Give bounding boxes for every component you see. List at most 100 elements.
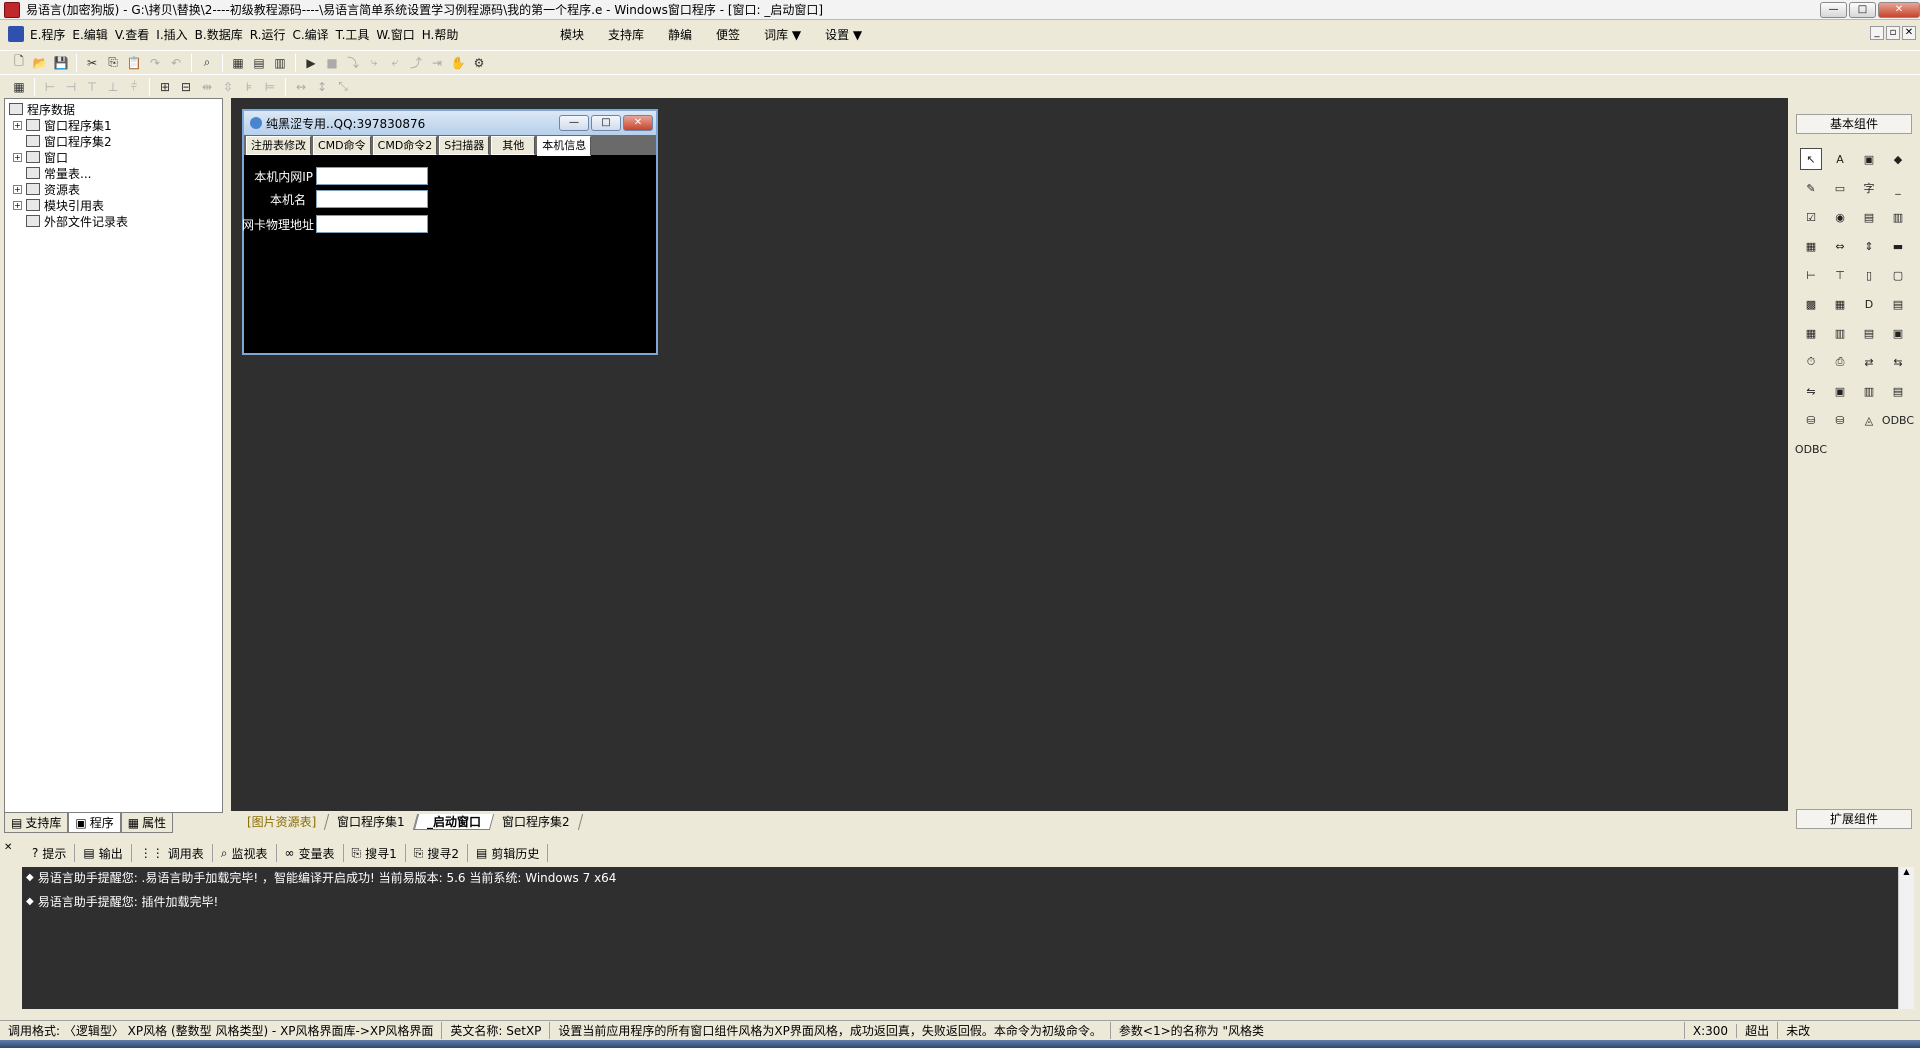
- font-icon[interactable]: ▥: [1829, 322, 1851, 344]
- open-file-icon[interactable]: 📂: [31, 54, 49, 72]
- label-icon[interactable]: A: [1829, 148, 1851, 170]
- tab-search2[interactable]: ⎘ 搜寻2: [406, 844, 469, 862]
- menu-support-lib[interactable]: 支持库: [608, 26, 644, 43]
- tab-clip-history[interactable]: ▤ 剪辑历史: [468, 844, 549, 862]
- new-file-icon[interactable]: 🗋: [10, 54, 28, 72]
- edit-icon[interactable]: ✎: [1800, 177, 1822, 199]
- line-icon[interactable]: _: [1887, 177, 1909, 199]
- menu-window[interactable]: W.窗口: [376, 26, 421, 43]
- step-into-icon[interactable]: ⤷: [365, 54, 383, 72]
- client-icon[interactable]: ⇋: [1800, 380, 1822, 402]
- db2-icon[interactable]: ⛁: [1829, 409, 1851, 431]
- menu-lexicon[interactable]: 词库 ▼: [764, 26, 801, 43]
- scroll-icon[interactable]: ⇔: [1829, 235, 1851, 257]
- mdi-close-button[interactable]: ✕: [1902, 26, 1916, 40]
- grid-icon[interactable]: ▦: [10, 78, 28, 96]
- tree-item-module-refs[interactable]: + 模块引用表: [13, 197, 104, 213]
- menu-tools[interactable]: T.工具: [336, 26, 377, 43]
- space-v-icon[interactable]: ⇳: [219, 78, 237, 96]
- expand-icon[interactable]: +: [13, 184, 22, 194]
- align-bottom-icon[interactable]: ⊥: [104, 78, 122, 96]
- tab-variables[interactable]: ∞ 变量表: [277, 844, 344, 862]
- menu-settings[interactable]: 设置 ▼: [825, 26, 862, 43]
- print-icon[interactable]: ▤: [1858, 322, 1880, 344]
- align-center-icon[interactable]: ⫩: [125, 78, 143, 96]
- menu-run[interactable]: R.运行: [250, 26, 293, 43]
- undo-icon[interactable]: ↶: [167, 54, 185, 72]
- step-over-icon[interactable]: ⤶: [386, 54, 404, 72]
- layout-icon[interactable]: ▦: [229, 54, 247, 72]
- output-scrollbar[interactable]: ▲: [1898, 867, 1914, 1009]
- distribute-v-icon[interactable]: ⊨: [261, 78, 279, 96]
- tab-program[interactable]: ▣ 程序: [68, 813, 121, 833]
- tab-output[interactable]: ▤ 输出: [75, 844, 132, 862]
- frame-icon[interactable]: ▭: [1829, 177, 1851, 199]
- designed-minimize-button[interactable]: —: [559, 115, 589, 131]
- chart-icon[interactable]: ▤: [1887, 380, 1909, 402]
- data-icon[interactable]: ⇄: [1858, 351, 1880, 373]
- window-icon[interactable]: ▥: [1858, 380, 1880, 402]
- menu-edit[interactable]: E.编辑: [72, 26, 114, 43]
- tab-registry[interactable]: 注册表修改: [246, 136, 311, 155]
- tab-image-resources[interactable]: [图片资源表]: [234, 814, 330, 830]
- shape-icon[interactable]: ◆: [1887, 148, 1909, 170]
- panel-close-icon[interactable]: ✕: [4, 842, 12, 853]
- tree-item-window[interactable]: + 窗口: [13, 149, 68, 165]
- tab-local-info[interactable]: 本机信息: [537, 136, 592, 156]
- tab-window-set2[interactable]: 窗口程序集2: [489, 814, 583, 830]
- tree-item-root[interactable]: 程序数据: [9, 101, 75, 117]
- color-icon[interactable]: ▦: [1800, 322, 1822, 344]
- redo-icon[interactable]: ↷: [146, 54, 164, 72]
- menu-static-compile[interactable]: 静编: [668, 26, 692, 43]
- menu-program[interactable]: E.程序: [30, 26, 72, 43]
- tree-item-resources[interactable]: + 资源表: [13, 181, 80, 197]
- run-to-icon[interactable]: ⇥: [428, 54, 446, 72]
- paste-icon[interactable]: 📋: [125, 54, 143, 72]
- listbox-icon[interactable]: ▤: [1858, 206, 1880, 228]
- basic-components-header[interactable]: 基本组件: [1796, 114, 1912, 134]
- layout2-icon[interactable]: ▤: [250, 54, 268, 72]
- hostname-field[interactable]: [316, 190, 428, 208]
- run-icon[interactable]: ▶: [302, 54, 320, 72]
- maximize-button[interactable]: □: [1849, 2, 1876, 18]
- hslider-icon[interactable]: ⊢: [1800, 264, 1822, 286]
- mdi-minimize-button[interactable]: _: [1870, 26, 1884, 40]
- designed-window[interactable]: 纯黑涩专用..QQ:397830876 — □ ✕ 注册表修改 CMD命令 CM…: [242, 109, 658, 355]
- tab-hint[interactable]: ? 提示: [24, 844, 76, 862]
- tab-cmd2[interactable]: CMD命令2: [372, 136, 438, 155]
- mac-address-field[interactable]: [316, 215, 428, 233]
- distribute-h-icon[interactable]: ⊧: [240, 78, 258, 96]
- lan-ip-field[interactable]: [316, 167, 428, 185]
- menu-database[interactable]: B.数据库: [195, 26, 250, 43]
- same-width-icon[interactable]: ↔: [292, 78, 310, 96]
- hand-icon[interactable]: ✋: [449, 54, 467, 72]
- pointer-icon[interactable]: ↖: [1800, 148, 1822, 170]
- tab-search1[interactable]: ⎘ 搜寻1: [344, 844, 406, 862]
- space-h-icon[interactable]: ⇹: [198, 78, 216, 96]
- tree-item-window-set1[interactable]: + 窗口程序集1: [13, 117, 112, 133]
- save-icon[interactable]: 💾: [52, 54, 70, 72]
- tab-properties[interactable]: ▦ 属性: [120, 813, 174, 833]
- db-icon[interactable]: ⛁: [1800, 409, 1822, 431]
- same-height-icon[interactable]: ↕: [313, 78, 331, 96]
- radio-icon[interactable]: ◉: [1829, 206, 1851, 228]
- close-button[interactable]: ✕: [1878, 2, 1920, 18]
- checkbox-icon[interactable]: ☑: [1800, 206, 1822, 228]
- same-size-icon[interactable]: ⤡: [334, 78, 352, 96]
- tab-watch[interactable]: ⌕ 监视表: [213, 844, 277, 862]
- tab-support-lib[interactable]: ▤ 支持库: [4, 813, 69, 833]
- layout3-icon[interactable]: ▥: [271, 54, 289, 72]
- find-icon[interactable]: ⌕: [198, 54, 216, 72]
- tab-window-set1[interactable]: 窗口程序集1: [325, 814, 419, 830]
- menu-compile[interactable]: C.编译: [292, 26, 335, 43]
- mdi-restore-button[interactable]: ▫: [1886, 26, 1900, 40]
- folder-icon[interactable]: D: [1858, 293, 1880, 315]
- center-v-icon[interactable]: ⊟: [177, 78, 195, 96]
- menu-insert[interactable]: I.插入: [156, 26, 194, 43]
- designed-maximize-button[interactable]: □: [591, 115, 621, 131]
- menu-module[interactable]: 模块: [560, 26, 584, 43]
- text-icon[interactable]: 字: [1858, 177, 1880, 199]
- menu-help[interactable]: H.帮助: [422, 26, 466, 43]
- center-h-icon[interactable]: ⊞: [156, 78, 174, 96]
- align-left-icon[interactable]: ⊢: [41, 78, 59, 96]
